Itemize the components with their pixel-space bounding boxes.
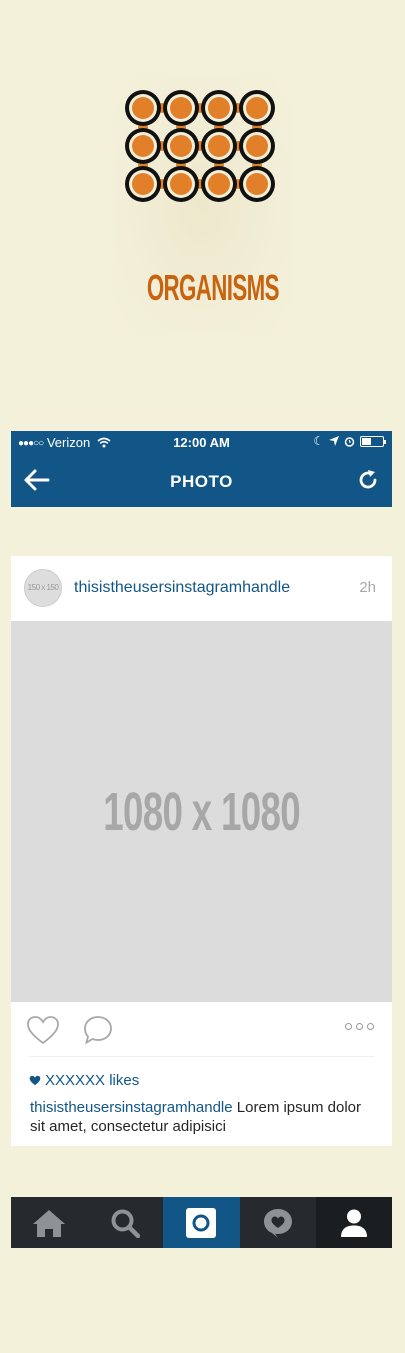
home-icon — [33, 1209, 66, 1237]
logo-dot — [246, 173, 268, 195]
logo-dot — [208, 97, 230, 119]
refresh-icon[interactable] — [356, 468, 380, 492]
post-header: 150 x 150 thisistheusersinstagramhandle … — [11, 556, 392, 621]
location-arrow-icon — [329, 436, 339, 446]
post-caption: thisistheusersinstagramhandle Lorem ipsu… — [30, 1098, 380, 1136]
caption-username-link[interactable]: thisistheusersinstagramhandle — [30, 1099, 233, 1116]
logo-dot — [170, 97, 192, 119]
divider — [29, 1056, 374, 1057]
camera-icon — [186, 1207, 217, 1238]
likes-label: XXXXXX likes — [45, 1072, 140, 1089]
comment-icon[interactable] — [83, 1015, 115, 1045]
heart-icon[interactable] — [26, 1015, 60, 1045]
logo-dot — [208, 173, 230, 195]
organisms-logo: ORGANISMS — [113, 75, 291, 333]
logo-dot — [170, 135, 192, 157]
organisms-logo-mark — [125, 90, 275, 202]
alarm-icon — [344, 436, 355, 447]
moon-icon: ☾ — [313, 434, 324, 448]
page-title: PHOTO — [170, 472, 233, 491]
post-card: 150 x 150 thisistheusersinstagramhandle … — [11, 556, 392, 1146]
photo-placeholder-label: 1080 x 1080 — [103, 781, 300, 842]
logo-dot — [132, 97, 154, 119]
heart-filled-icon — [29, 1075, 41, 1086]
likes-count[interactable]: XXXXXX likes — [29, 1072, 139, 1089]
logo-title: ORGANISMS — [146, 267, 280, 308]
logo-dot — [132, 135, 154, 157]
logo-dot — [246, 135, 268, 157]
profile-icon — [340, 1209, 367, 1237]
tab-search[interactable] — [87, 1197, 163, 1248]
tab-profile[interactable] — [315, 1197, 392, 1248]
post-photo[interactable]: 1080 x 1080 — [11, 621, 392, 1002]
battery-icon — [360, 435, 386, 447]
tab-home[interactable] — [11, 1197, 87, 1248]
logo-dot — [132, 173, 154, 195]
status-bar: ●●●○○ Verizon 12:00 AM ☾ — [11, 431, 392, 453]
avatar[interactable]: 150 x 150 — [24, 569, 62, 607]
logo-dot — [246, 97, 268, 119]
status-icons: ☾ — [313, 434, 386, 448]
post-actions — [11, 1002, 392, 1057]
logo-dot — [208, 135, 230, 157]
tab-activity[interactable] — [240, 1197, 316, 1248]
activity-heart-bubble-icon — [263, 1208, 292, 1238]
post-timestamp: 2h — [359, 579, 376, 596]
more-options-icon[interactable] — [345, 1023, 374, 1030]
search-icon — [111, 1209, 141, 1238]
tab-bar — [11, 1197, 392, 1248]
username-link[interactable]: thisistheusersinstagramhandle — [74, 579, 290, 597]
tab-camera[interactable] — [163, 1197, 240, 1248]
app-header: ●●●○○ Verizon 12:00 AM ☾ PHOTO — [11, 431, 392, 507]
logo-dot — [170, 173, 192, 195]
